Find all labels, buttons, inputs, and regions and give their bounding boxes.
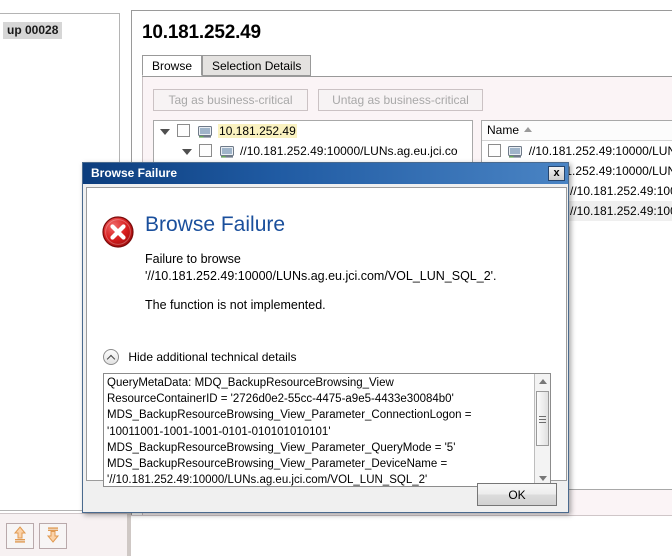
technical-details-box[interactable]: QueryMetaData: MDQ_BackupResourceBrowsin… xyxy=(103,373,551,487)
arrow-up-icon xyxy=(7,526,33,544)
tree-node-label: 10.181.252.49 xyxy=(218,124,297,138)
error-icon xyxy=(102,216,134,248)
screen-root: up 00028 10.181.252.49 Browse Selection … xyxy=(0,0,672,556)
name-column-label: Name xyxy=(487,123,520,137)
scroll-up-icon[interactable] xyxy=(539,379,547,384)
toggle-technical-details-label: Hide additional technical details xyxy=(128,350,297,364)
tree-checkbox[interactable] xyxy=(177,124,191,137)
list-item[interactable]: //10.181.252.49:10000/LUN xyxy=(482,141,672,161)
dialog-title-bar[interactable]: Browse Failure x xyxy=(83,163,568,184)
tree-row[interactable]: //10.181.252.49:10000/LUNs.ag.eu.jci.co xyxy=(154,141,472,161)
technical-details-text: QueryMetaData: MDQ_BackupResourceBrowsin… xyxy=(107,377,472,487)
move-down-button[interactable] xyxy=(39,523,67,549)
dialog-body: Browse Failure Failure to browse '//10.1… xyxy=(86,187,567,487)
tree-checkbox[interactable] xyxy=(199,144,213,157)
tag-business-critical-button[interactable]: Tag as business-critical xyxy=(153,89,308,111)
tree-row[interactable]: 10.181.252.49 xyxy=(154,121,472,141)
details-vertical-scrollbar[interactable] xyxy=(534,374,550,486)
dialog-message: Failure to browse '//10.181.252.49:10000… xyxy=(145,252,497,283)
browse-failure-dialog: Browse Failure x Browse Failure Failure … xyxy=(82,162,569,513)
dialog-title-text: Browse Failure xyxy=(91,166,178,180)
expand-collapse-icon[interactable] xyxy=(160,128,170,135)
left-panel-toolbar xyxy=(0,513,127,556)
move-up-button[interactable] xyxy=(6,523,34,549)
row-checkbox[interactable] xyxy=(488,144,501,157)
close-icon[interactable]: x xyxy=(548,166,565,181)
ok-button[interactable]: OK xyxy=(477,483,557,506)
name-column-header[interactable]: Name xyxy=(482,121,672,141)
tab-strip: Browse Selection Details xyxy=(142,55,672,77)
page-title: 10.181.252.49 xyxy=(142,22,261,43)
tab-browse[interactable]: Browse xyxy=(142,55,203,76)
list-item-label: //10.181.252.49:10000/SMB xyxy=(570,184,672,198)
toggle-technical-details[interactable]: Hide additional technical details xyxy=(103,348,296,366)
left-panel-selected-item[interactable]: up 00028 xyxy=(3,22,63,39)
dialog-heading: Browse Failure xyxy=(145,213,286,236)
dialog-message-secondary: The function is not implemented. xyxy=(145,298,326,312)
list-item-label: //10.181.252.49:10000/LUN xyxy=(528,144,672,158)
arrow-down-icon xyxy=(40,526,66,544)
tree-node-label: //10.181.252.49:10000/LUNs.ag.eu.jci.co xyxy=(240,144,458,158)
sort-ascending-icon[interactable] xyxy=(524,127,533,132)
chevron-up-icon[interactable] xyxy=(103,349,119,365)
tab-selection-details[interactable]: Selection Details xyxy=(202,55,312,76)
untag-business-critical-button[interactable]: Untag as business-critical xyxy=(318,89,483,111)
dialog-footer: OK xyxy=(86,481,567,511)
list-item-label: //10.181.252.49:10000/SMB xyxy=(570,204,672,218)
bottom-strip xyxy=(131,515,672,556)
expand-collapse-icon[interactable] xyxy=(182,148,192,155)
scrollbar-thumb[interactable] xyxy=(536,391,549,446)
